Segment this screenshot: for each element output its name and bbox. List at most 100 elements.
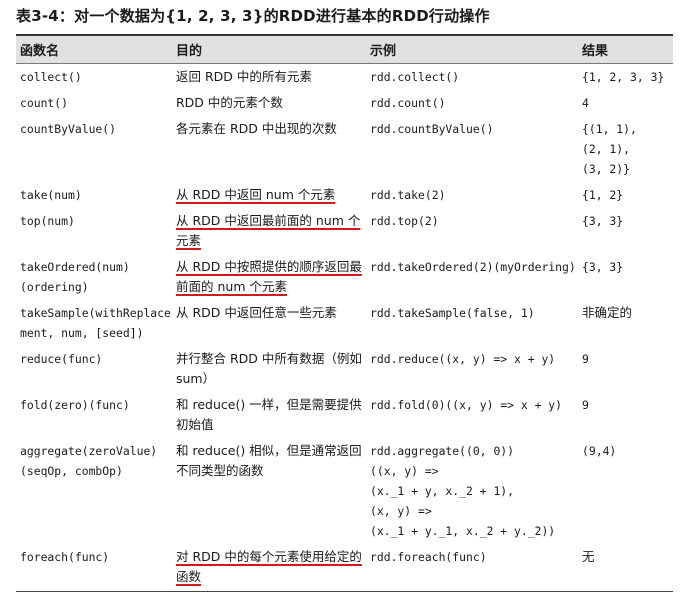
cell-function-name: aggregate(zeroValue) (seqOp, combOp) — [16, 438, 172, 544]
purpose-text: 从 RDD 中返回 num 个元素 — [176, 187, 336, 202]
cell-result: {(1, 1), (2, 1), (3, 2)} — [578, 116, 673, 182]
example-line: rdd.top(2) — [370, 214, 439, 228]
cell-function-name: top(num) — [16, 208, 172, 254]
cell-result: (9,4) — [578, 438, 673, 544]
example-line: rdd.count() — [370, 96, 446, 110]
cell-purpose: 并行整合 RDD 中所有数据（例如 sum） — [172, 346, 366, 392]
result-line: 9 — [582, 352, 589, 366]
result-line: {1, 2, 3, 3} — [582, 70, 665, 84]
result-line: {3, 3} — [582, 260, 624, 274]
cell-function-name: take(num) — [16, 182, 172, 208]
name-line: reduce(func) — [20, 352, 103, 366]
table-body: collect() 返回 RDD 中的所有元素 rdd.collect() {1, 2… — [16, 64, 673, 592]
cell-result: {3, 3} — [578, 254, 673, 300]
purpose-text: 从 RDD 中返回任意一些元素 — [176, 305, 337, 320]
cell-function-name: foreach(func) — [16, 544, 172, 592]
cell-purpose: 和 reduce() 一样，但是需要提供初始值 — [172, 392, 366, 438]
cell-example: rdd.takeSample(false, 1) — [366, 300, 578, 346]
cell-example: rdd.countByValue() — [366, 116, 578, 182]
table-row: take(num) 从 RDD 中返回 num 个元素 rdd.take(2) {1,… — [16, 182, 673, 208]
cell-function-name: takeSample(withReplace ment, num, [seed]) — [16, 300, 172, 346]
result-line: {3, 3} — [582, 214, 624, 228]
cell-result: 非确定的 — [578, 300, 673, 346]
cell-function-name: takeOrdered(num) (ordering) — [16, 254, 172, 300]
name-line: (ordering) — [20, 280, 89, 294]
example-line: rdd.reduce((x, y) => x + y) — [370, 352, 556, 366]
header-function-name: 函数名 — [16, 34, 172, 64]
name-line: countByValue() — [20, 122, 117, 136]
name-line: count() — [20, 96, 69, 110]
cell-result: 9 — [578, 346, 673, 392]
cell-example: rdd.takeOrdered(2)(myOrdering) — [366, 254, 578, 300]
purpose-text: 和 reduce() 相似，但是通常返回不同类型的函数 — [176, 443, 362, 478]
name-line: aggregate(zeroValue) — [20, 444, 158, 458]
name-line: (seqOp, combOp) — [20, 464, 123, 478]
result-line: {(1, 1), — [582, 122, 637, 136]
cell-result: 无 — [578, 544, 673, 592]
purpose-text: 从 RDD 中按照提供的顺序返回最前面的 num 个元素 — [176, 259, 362, 294]
purpose-text: 从 RDD 中返回最前面的 num 个元素 — [176, 213, 361, 248]
purpose-text: 和 reduce() 一样，但是需要提供初始值 — [176, 397, 362, 432]
cell-purpose: 各元素在 RDD 中出现的次数 — [172, 116, 366, 182]
cell-purpose: RDD 中的元素个数 — [172, 90, 366, 116]
cell-example: rdd.fold(0)((x, y) => x + y) — [366, 392, 578, 438]
cell-function-name: reduce(func) — [16, 346, 172, 392]
name-line: fold(zero)(func) — [20, 398, 130, 412]
cell-example: rdd.top(2) — [366, 208, 578, 254]
result-line: {1, 2} — [582, 188, 624, 202]
example-line: ((x, y) => — [370, 464, 439, 478]
cell-purpose: 对 RDD 中的每个元素使用给定的函数 — [172, 544, 366, 592]
table-row: takeOrdered(num) (ordering) 从 RDD 中按照提供的顺序… — [16, 254, 673, 300]
name-line: collect() — [20, 70, 82, 84]
purpose-text: RDD 中的元素个数 — [176, 95, 283, 110]
example-line: (x, y) => — [370, 504, 432, 518]
name-line: take(num) — [20, 188, 82, 202]
table-row: aggregate(zeroValue) (seqOp, combOp) 和 red… — [16, 438, 673, 544]
name-line: top(num) — [20, 214, 75, 228]
cell-example: rdd.reduce((x, y) => x + y) — [366, 346, 578, 392]
result-line: (2, 1), — [582, 142, 631, 156]
name-line: foreach(func) — [20, 550, 110, 564]
cell-function-name: collect() — [16, 64, 172, 91]
name-line: ment, num, [seed]) — [20, 326, 144, 340]
cell-purpose: 从 RDD 中返回任意一些元素 — [172, 300, 366, 346]
example-line: rdd.take(2) — [370, 188, 446, 202]
cell-purpose: 返回 RDD 中的所有元素 — [172, 64, 366, 91]
result-line: 无 — [582, 549, 595, 564]
example-line: rdd.aggregate((0, 0)) — [370, 444, 515, 458]
example-line: (x._1 + y, x._2 + 1), — [370, 484, 515, 498]
table-row: fold(zero)(func) 和 reduce() 一样，但是需要提供初始值 r… — [16, 392, 673, 438]
header-row: 函数名 目的 示例 结果 — [16, 34, 673, 64]
table-row: foreach(func) 对 RDD 中的每个元素使用给定的函数 rdd.fore… — [16, 544, 673, 592]
result-line: (9,4) — [582, 444, 617, 458]
cell-function-name: countByValue() — [16, 116, 172, 182]
result-line: 9 — [582, 398, 589, 412]
header-example: 示例 — [366, 34, 578, 64]
example-line: rdd.fold(0)((x, y) => x + y) — [370, 398, 563, 412]
cell-purpose: 从 RDD 中返回 num 个元素 — [172, 182, 366, 208]
cell-function-name: fold(zero)(func) — [16, 392, 172, 438]
purpose-text: 各元素在 RDD 中出现的次数 — [176, 121, 337, 136]
table-row: reduce(func) 并行整合 RDD 中所有数据（例如 sum） rdd.re… — [16, 346, 673, 392]
example-line: rdd.foreach(func) — [370, 550, 487, 564]
cell-function-name: count() — [16, 90, 172, 116]
purpose-text: 并行整合 RDD 中所有数据（例如 sum） — [176, 351, 362, 386]
table-caption: 表3-4：对一个数据为{1, 2, 3, 3}的RDD进行基本的RDD行动操作 — [16, 7, 490, 25]
cell-example: rdd.count() — [366, 90, 578, 116]
header-purpose: 目的 — [172, 34, 366, 64]
example-line: rdd.takeOrdered(2)(myOrdering) — [370, 260, 576, 274]
cell-purpose: 和 reduce() 相似，但是通常返回不同类型的函数 — [172, 438, 366, 544]
cell-result: {1, 2} — [578, 182, 673, 208]
cell-purpose: 从 RDD 中返回最前面的 num 个元素 — [172, 208, 366, 254]
cell-result: 9 — [578, 392, 673, 438]
table-row: count() RDD 中的元素个数 rdd.count() 4 — [16, 90, 673, 116]
cell-result: {3, 3} — [578, 208, 673, 254]
header-result: 结果 — [578, 34, 673, 64]
table-row: collect() 返回 RDD 中的所有元素 rdd.collect() {1, 2… — [16, 64, 673, 91]
cell-result: 4 — [578, 90, 673, 116]
example-line: rdd.takeSample(false, 1) — [370, 306, 535, 320]
result-line: (3, 2)} — [582, 162, 631, 176]
name-line: takeOrdered(num) — [20, 260, 130, 274]
example-line: (x._1 + y._1, x._2 + y._2)) — [370, 524, 556, 538]
rdd-actions-table: 函数名 目的 示例 结果 collect() 返回 RDD 中的所有元素 rdd.c… — [16, 34, 673, 592]
